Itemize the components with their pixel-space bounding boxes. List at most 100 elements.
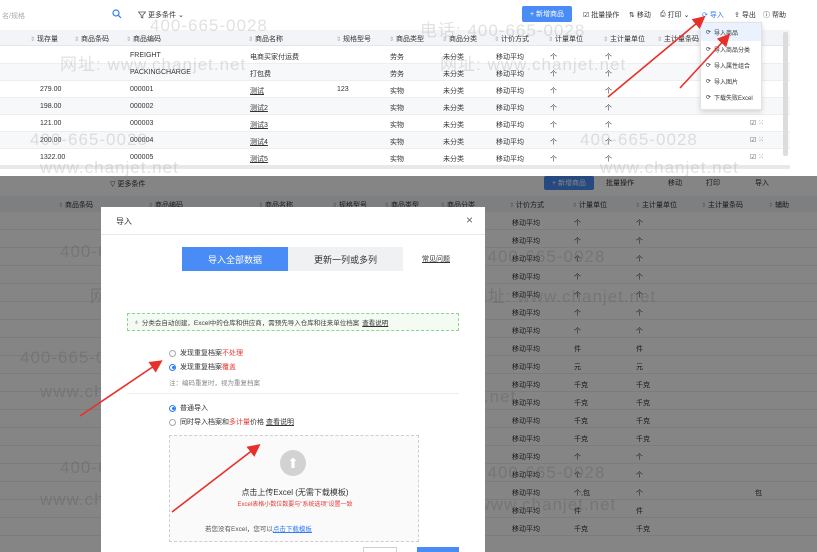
more-filter-button[interactable]: 更多条件 ⌄ [138,10,184,20]
option-duplicate-skip[interactable]: 发现重复档案不处理 [169,348,243,358]
radio-button[interactable] [169,349,176,357]
menu-item-import-image[interactable]: ⟳ 导入图片 [701,73,761,89]
menu-item-label: 下载失败Excel [714,95,753,102]
cell-name-link[interactable]: 测试2 [250,103,268,113]
cell-unit: 个 [550,122,557,129]
option-duplicate-overwrite[interactable]: 发现重复档案覆盖 [169,362,236,372]
col-main-barcode[interactable]: 主计量条码 [657,34,699,44]
table-row[interactable]: 279.00 000001 测试 123 实物 未分类 移动平均 个 个 [0,81,790,98]
print-button[interactable]: ⎙ 打印 ⌄ [660,10,689,20]
table-row[interactable]: FREIGHT 电商买家付运费 劳务 未分类 移动平均 个 个 [0,47,790,64]
cell-type: 实物 [390,88,404,95]
upload-arrow-icon: ⬆ [280,450,306,476]
col-spec[interactable]: 规格型号 [336,34,371,44]
table-row[interactable]: PACKINGCHARGE 打包费 劳务 未分类 移动平均 个 个 [0,64,790,81]
grid-icon[interactable]: ⁙ [758,154,764,161]
import-dialog: 导入 × 导入全部数据 更新一列或多列 常见问题 ♁ 分类会自动创建，Excel… [101,207,485,552]
download-icon: ⟳ [706,94,712,101]
search-input[interactable]: 名/规格 [2,11,25,21]
cell-name-link[interactable]: 测试3 [250,120,268,130]
cell-stock: 1322.00 [40,154,66,161]
import-icon: ⟳ [706,46,712,53]
cell-unit: 个 [550,105,557,112]
table-row[interactable]: 200.00 000004 测试4 实物 未分类 移动平均 个 个 ☑ ⁙ [0,132,790,149]
batch-ops-label: 批量操作 [591,12,620,19]
edit-icon[interactable]: ☑ [750,154,756,161]
col-stock[interactable]: 现存量 [30,34,58,44]
menu-item-import-product[interactable]: ⟳ 导入商品 [701,23,761,41]
cell-code: 000005 [130,154,154,161]
row-actions[interactable]: ☑ ⁙ [750,153,764,161]
cell-main-unit: 个 [605,156,612,163]
vertical-scrollbar[interactable] [783,32,788,156]
col-code[interactable]: 商品编码 [126,34,161,44]
sort-icon: ⇅ [629,12,635,19]
cell-code: 000002 [130,103,154,110]
cell-category: 未分类 [443,139,464,146]
table-row[interactable]: 121.00 000003 测试3 实物 未分类 移动平均 个 个 ☑ ⁙ [0,115,790,132]
col-unit[interactable]: 计量单位 [548,34,583,44]
grid-icon[interactable]: ⁙ [758,137,764,144]
col-main-unit[interactable]: 主计量单位 [603,34,645,44]
cell-name-link[interactable]: 测试4 [250,137,268,147]
batch-ops-button[interactable]: ☑ 批量操作 [583,10,619,20]
cell-unit: 个 [550,88,557,95]
tip-text: 分类会自动创建，Excel中的仓库和供应商，需预先导入仓库和往来单位档案 [141,320,360,327]
menu-item-download-failed[interactable]: ⟳ 下载失败Excel [701,89,761,105]
table-header: 现存量 商品条码 商品编码 商品名称 规格型号 商品类型 商品分类 计价方式 计… [0,30,790,46]
tip-link[interactable]: 查看说明 [362,317,388,327]
import-icon: ⟳ [706,78,712,85]
col-category[interactable]: 商品分类 [442,34,477,44]
row-actions[interactable]: ☑ ⁙ [750,119,764,127]
col-barcode[interactable]: 商品条码 [74,34,109,44]
cell-pricing: 移动平均 [496,88,524,95]
tab-update-columns[interactable]: 更新一列或多列 [288,247,403,271]
new-product-button[interactable]: + 新增商品 [522,6,572,22]
radio-button-selected[interactable] [169,404,176,412]
radio-button[interactable] [169,418,176,426]
cell-main-unit: 个 [605,105,612,112]
cell-name-link[interactable]: 测试5 [250,154,268,164]
menu-item-import-attribute-combo[interactable]: ⟳ 导入属性组合 [701,57,761,73]
help-button[interactable]: ⓘ 帮助 [763,10,786,20]
upload-hint: Excel表格小数位数要与"系统选项"设置一致 [237,502,353,508]
table-row[interactable]: 198.00 000002 测试2 实物 未分类 移动平均 个 个 [0,98,790,115]
radio-button-selected[interactable] [169,363,176,371]
option-normal-import[interactable]: 普通导入 [169,403,208,413]
cell-stock: 279.00 [40,86,62,93]
cell-pricing: 移动平均 [496,105,524,112]
edit-icon[interactable]: ☑ [750,137,756,144]
download-template-link[interactable]: 点击下载模板 [273,526,312,533]
cell-name-link[interactable]: 测试 [250,86,264,96]
printer-icon: ⎙ [660,11,666,18]
col-name[interactable]: 商品名称 [248,34,283,44]
tab-import-all[interactable]: 导入全部数据 [182,247,288,271]
move-button[interactable]: ⇅ 移动 [629,10,651,20]
search-icon[interactable] [112,9,122,19]
menu-item-import-category[interactable]: ⟳ 导入商品分类 [701,41,761,57]
export-icon: ⇪ [734,12,740,19]
import-button[interactable]: ⟳ 导入 [702,10,724,20]
col-pricing[interactable]: 计价方式 [494,34,529,44]
cell-type: 实物 [390,139,404,146]
edit-icon[interactable]: ☑ [750,120,756,127]
cell-main-unit: 个 [605,54,612,61]
horizontal-scrollbar[interactable] [0,165,790,169]
close-icon[interactable]: × [466,213,473,227]
multi-unit-help-link[interactable]: 查看说明 [266,419,294,426]
cell-unit: 个 [550,54,557,61]
continue-button[interactable]: 继续 [417,547,459,552]
export-button[interactable]: ⇪ 导出 [734,10,756,20]
import-icon: ⟳ [702,12,708,19]
option-label: 发现重复档案 [180,350,222,357]
grid-icon[interactable]: ⁙ [758,120,764,127]
col-type[interactable]: 商品类型 [389,34,424,44]
cell-name: 打包费 [250,71,271,78]
table-row[interactable]: 1322.00 000005 测试5 实物 未分类 移动平均 个 个 ☑ ⁙ [0,149,790,166]
cell-category: 未分类 [443,156,464,163]
row-actions[interactable]: ☑ ⁙ [750,136,764,144]
cancel-button[interactable]: 取消 [363,547,397,552]
cell-stock: 121.00 [40,120,62,127]
faq-link[interactable]: 常见问题 [422,254,450,264]
option-multi-unit-import[interactable]: 同时导入档案和多计量价格 查看说明 [169,417,294,427]
